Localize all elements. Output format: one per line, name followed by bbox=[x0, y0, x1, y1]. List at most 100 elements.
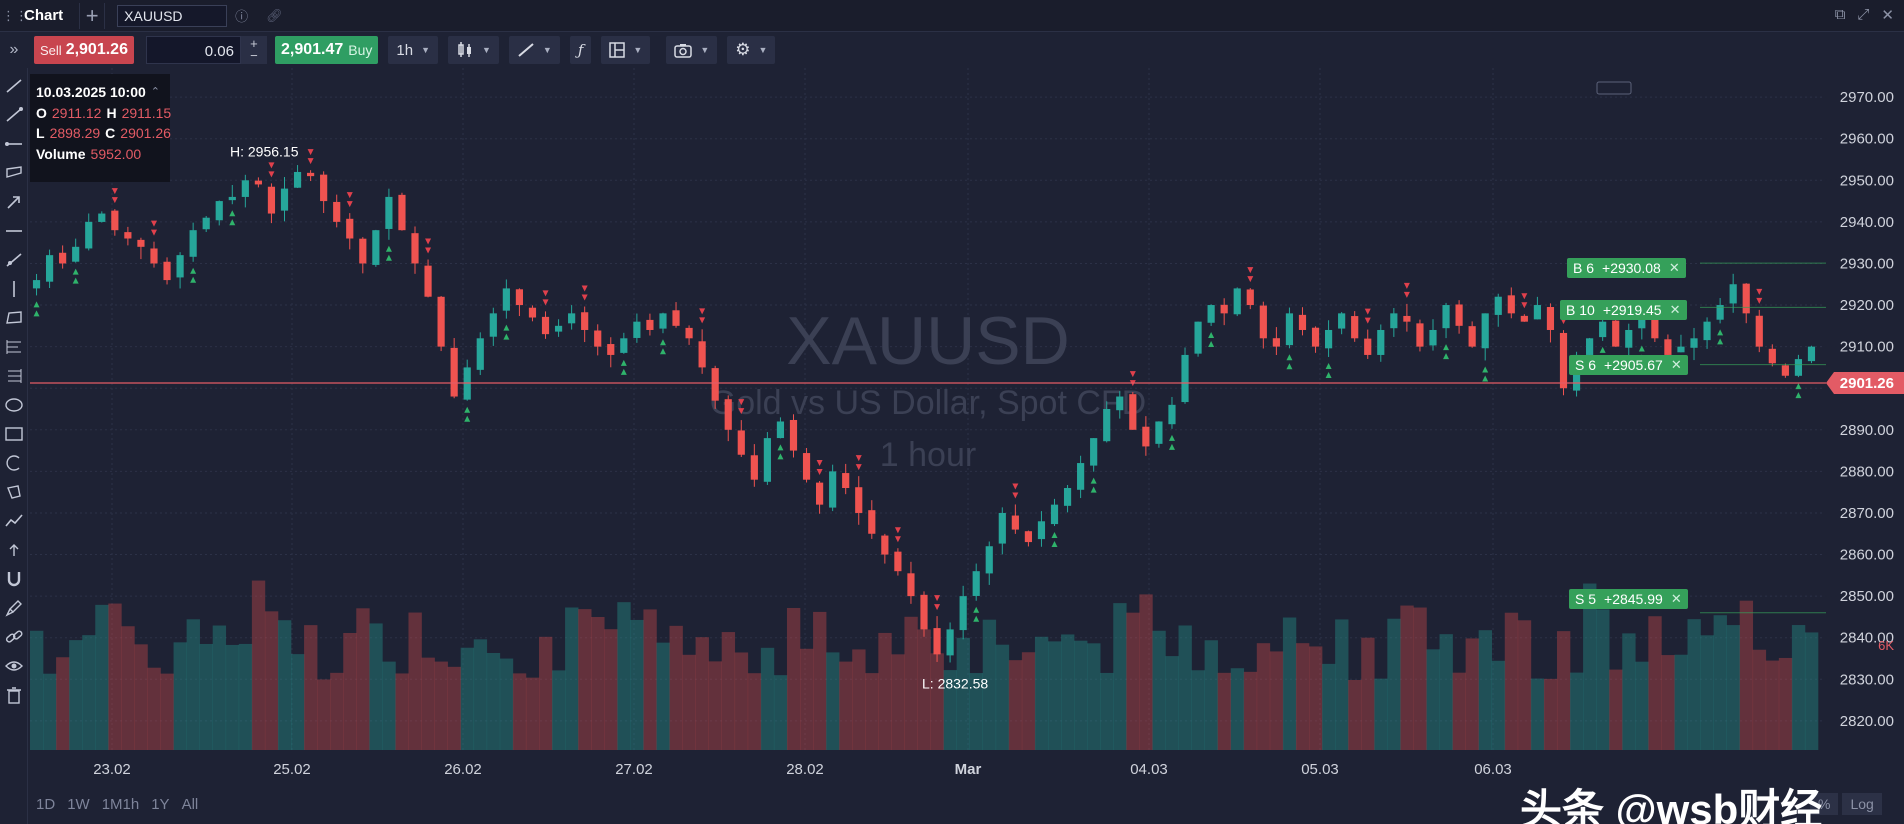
sell-signal-marker bbox=[1403, 291, 1410, 298]
close-icon[interactable]: ✕ bbox=[1671, 591, 1682, 607]
candle-body bbox=[1377, 329, 1385, 355]
sell-signal-marker bbox=[1247, 276, 1254, 283]
volume-axis-label: 6K bbox=[1878, 638, 1894, 653]
screenshot-select[interactable]: ▼ bbox=[666, 36, 718, 64]
volume-bar bbox=[1674, 654, 1688, 750]
candle-body bbox=[998, 512, 1006, 544]
period-1d[interactable]: 1D bbox=[36, 796, 55, 813]
buy-signal-marker bbox=[1208, 331, 1215, 338]
order-label[interactable]: B 6 +2930.08 ✕ bbox=[1567, 258, 1686, 278]
layout-select[interactable]: ▼ bbox=[601, 36, 651, 64]
x-tick-label: 05.03 bbox=[1301, 761, 1339, 778]
candle-body bbox=[737, 430, 745, 455]
candle-body bbox=[163, 261, 171, 281]
volume-bar bbox=[1204, 640, 1218, 750]
candle-body bbox=[802, 453, 811, 480]
price-chart[interactable]: XAUUSD Gold vs US Dollar, Spot CFD 1 hou… bbox=[0, 68, 1904, 824]
chevron-up-icon[interactable]: ⌃ bbox=[151, 82, 160, 103]
candle-body bbox=[85, 221, 93, 249]
sell-signal-marker bbox=[111, 197, 118, 204]
sell-button[interactable]: Sell 2,901.26 bbox=[34, 36, 134, 64]
candle-body bbox=[1507, 295, 1515, 314]
volume-bar bbox=[421, 657, 435, 750]
close-icon[interactable]: ✕ bbox=[1670, 302, 1681, 318]
close-icon[interactable]: ✕ bbox=[1669, 260, 1680, 276]
indicators-button[interactable]: ƒ bbox=[569, 36, 592, 64]
candle-body bbox=[554, 325, 563, 332]
buy-signal-marker bbox=[72, 277, 79, 284]
minus-icon[interactable]: − bbox=[250, 49, 258, 62]
candle-body bbox=[1272, 338, 1280, 347]
buy-signal-marker bbox=[33, 310, 40, 317]
buy-signal-marker bbox=[777, 453, 784, 460]
close-icon[interactable]: ✕ bbox=[1671, 357, 1682, 373]
candle-body bbox=[346, 218, 354, 239]
order-label[interactable]: S 5 +2845.99 ✕ bbox=[1569, 589, 1688, 609]
order-side: S 5 bbox=[1575, 591, 1597, 607]
candle-body bbox=[1285, 313, 1294, 346]
close-icon[interactable]: ✕ bbox=[1881, 6, 1894, 24]
candle-body bbox=[137, 239, 145, 247]
volume-bar bbox=[1700, 635, 1714, 750]
candle-body bbox=[1468, 326, 1476, 347]
timeframe-select[interactable]: 1h ▼ bbox=[388, 36, 438, 64]
candle-body bbox=[293, 171, 302, 188]
expand-icon[interactable]: ⤢ bbox=[1857, 6, 1869, 24]
sell-signal-marker bbox=[1247, 267, 1254, 274]
volume-bar bbox=[1165, 656, 1179, 750]
candle-body bbox=[1037, 521, 1046, 540]
candle-body bbox=[829, 471, 837, 508]
candle-body bbox=[111, 210, 119, 231]
add-tab-button[interactable]: + bbox=[79, 2, 106, 29]
volume-bar bbox=[891, 654, 905, 750]
period-all[interactable]: All bbox=[182, 796, 199, 813]
link-icon[interactable]: 🔗︎ bbox=[266, 8, 283, 24]
sell-signal-marker bbox=[346, 192, 353, 199]
buy-signal-marker bbox=[33, 301, 40, 308]
volume-bar bbox=[1361, 637, 1375, 750]
chevron-down-icon: ▼ bbox=[421, 45, 430, 55]
candle-body bbox=[1168, 404, 1176, 425]
candle-body bbox=[215, 201, 223, 221]
order-label[interactable]: B 10 +2919.45 ✕ bbox=[1560, 300, 1687, 320]
candle-body bbox=[685, 327, 693, 339]
volume-bar bbox=[1256, 643, 1271, 750]
order-label[interactable]: S 6 +2905.67 ✕ bbox=[1569, 355, 1688, 375]
sell-signal-marker bbox=[542, 299, 549, 306]
volume-bar bbox=[1530, 678, 1545, 750]
candle-body bbox=[1403, 315, 1411, 322]
info-icon[interactable]: ⓘ bbox=[235, 6, 248, 25]
volume-bar bbox=[1413, 607, 1427, 750]
buy-signal-marker bbox=[1286, 354, 1293, 361]
volume-bar bbox=[1230, 668, 1245, 750]
quantity-stepper[interactable]: + − bbox=[240, 36, 267, 64]
volume-bar bbox=[82, 635, 96, 750]
y-tick-label: 2870.00 bbox=[1840, 505, 1894, 522]
period-1w[interactable]: 1W bbox=[67, 796, 90, 813]
period-selector: 1D 1W 1M1h 1Y All bbox=[36, 796, 198, 813]
quantity-input[interactable]: 0.06 bbox=[145, 36, 241, 64]
candle-body bbox=[1599, 321, 1607, 338]
buy-signal-marker bbox=[1051, 532, 1058, 539]
settings-select[interactable]: ⚙ ▼ bbox=[727, 36, 776, 64]
volume-bar bbox=[304, 625, 318, 750]
grip-icon[interactable]: ⋮⋮ bbox=[2, 8, 28, 24]
drawing-tools-select[interactable]: ▼ bbox=[508, 36, 560, 64]
period-1m1h[interactable]: 1M1h bbox=[102, 796, 140, 813]
chart-type-select[interactable]: ▼ bbox=[447, 36, 499, 64]
period-1y[interactable]: 1Y bbox=[151, 796, 169, 813]
buy-button[interactable]: 2,901.47 Buy bbox=[274, 36, 379, 64]
volume-bar bbox=[565, 607, 579, 750]
volume-bar bbox=[1387, 618, 1401, 750]
sell-signal-marker bbox=[150, 229, 157, 236]
volume-bar bbox=[1452, 672, 1466, 750]
candle-body bbox=[789, 419, 798, 451]
candle-body bbox=[1625, 329, 1633, 348]
popout-icon[interactable]: ⧉ bbox=[1835, 6, 1846, 24]
double-chevron-right-icon[interactable]: » bbox=[0, 41, 28, 59]
volume-bar bbox=[682, 654, 696, 750]
log-scale-toggle[interactable]: Log bbox=[1842, 793, 1882, 815]
candle-body bbox=[1781, 365, 1789, 376]
volume-bar bbox=[1739, 600, 1754, 750]
symbol-input[interactable]: XAUUSD bbox=[117, 4, 228, 27]
